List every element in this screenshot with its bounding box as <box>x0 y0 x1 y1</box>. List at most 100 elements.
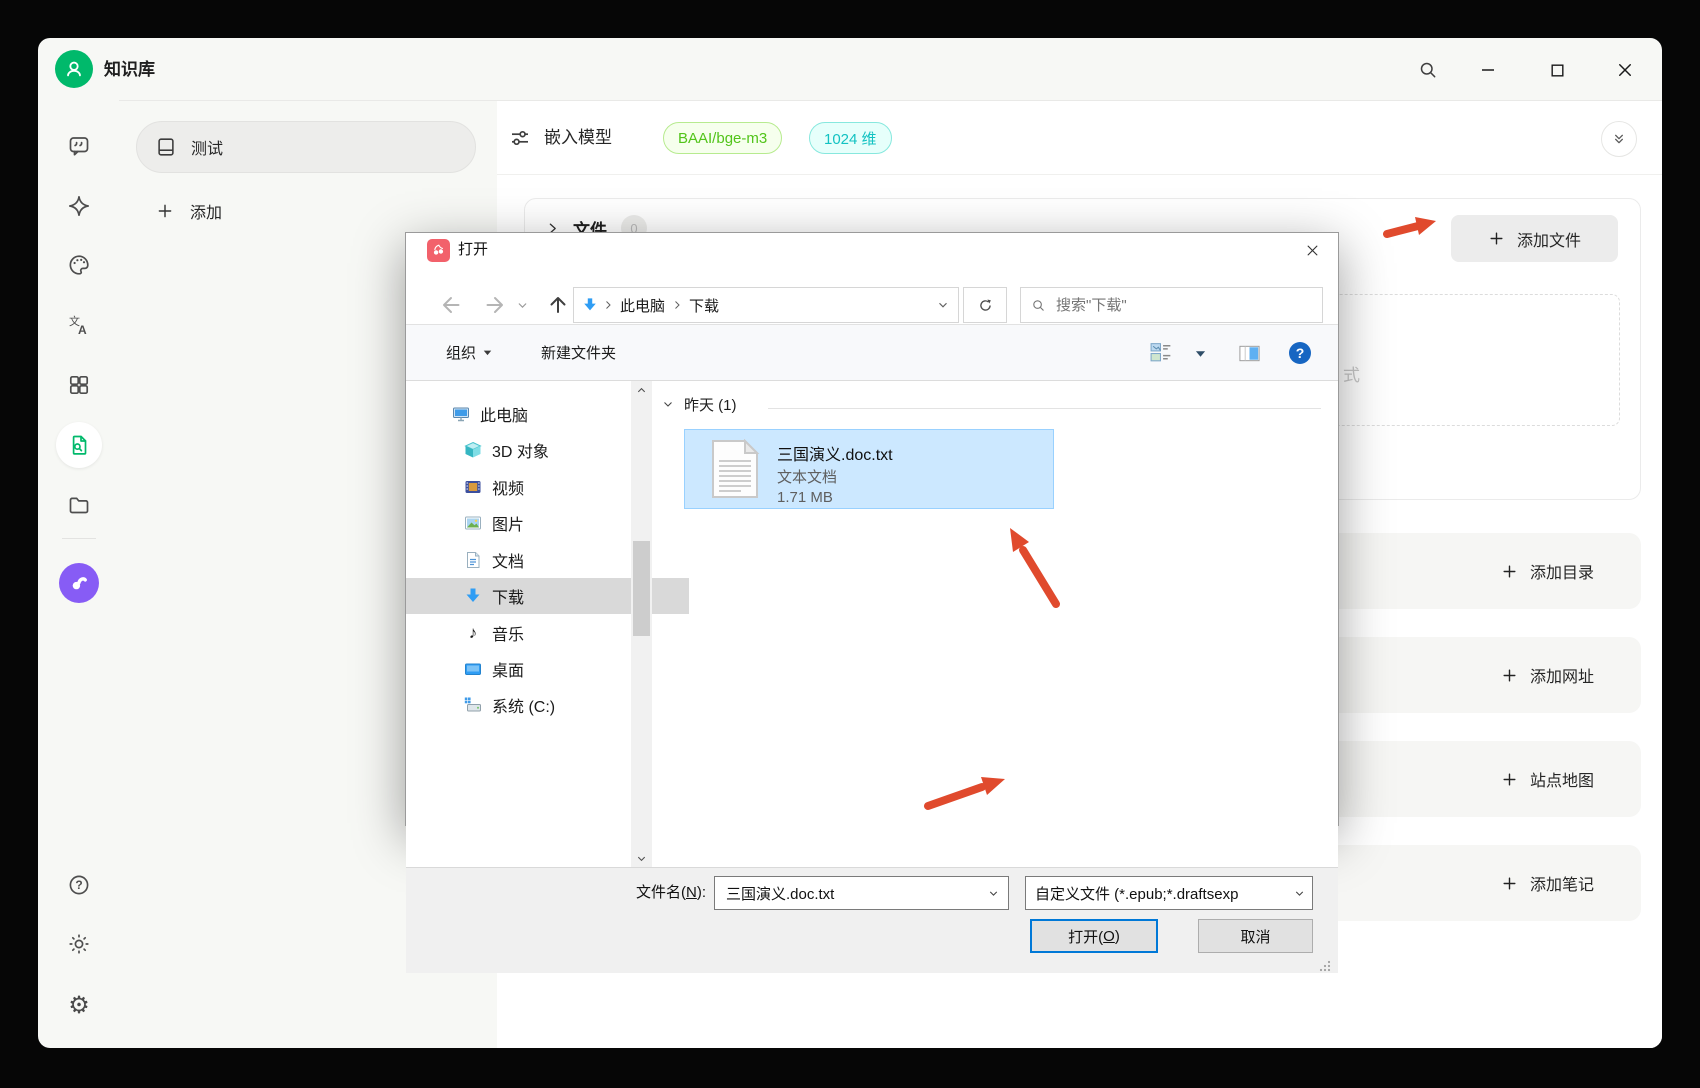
add-url-button[interactable]: 添加网址 <box>1501 663 1594 687</box>
preview-pane-button[interactable] <box>1238 342 1261 365</box>
add-url-label: 添加网址 <box>1529 669 1594 686</box>
picture-icon <box>464 514 482 532</box>
user-icon <box>63 58 85 80</box>
maximize-icon <box>1549 62 1566 79</box>
knowledge-base-label: 测试 <box>191 141 224 158</box>
file-size: 1.71 MB <box>777 489 833 506</box>
breadcrumb-downloads[interactable]: 下载 <box>687 295 721 316</box>
breadcrumb-this-pc[interactable]: 此电脑 <box>618 295 667 316</box>
computer-icon <box>452 405 470 423</box>
cube-3d-icon <box>464 441 482 459</box>
scrollbar-thumb[interactable] <box>633 541 650 636</box>
open-file-dialog: 打开 此电脑 下载 组织 <box>405 232 1339 973</box>
plus-icon <box>1501 563 1518 580</box>
nav-back-button[interactable] <box>439 293 463 317</box>
sidebar-item-pinned-miniapp[interactable] <box>59 563 99 603</box>
cancel-button[interactable]: 取消 <box>1198 919 1313 953</box>
dialog-search-input[interactable] <box>1054 295 1298 315</box>
sidebar-item-miniapps[interactable] <box>67 373 91 397</box>
add-sitemap-label: 站点地图 <box>1529 773 1594 790</box>
combo-chevron-icon[interactable] <box>1293 887 1306 900</box>
embedding-model-label: 嵌入模型 <box>544 128 612 147</box>
open-button[interactable]: 打开(O) <box>1030 919 1158 953</box>
palette-icon <box>67 253 91 277</box>
combo-chevron-icon[interactable] <box>987 887 1000 900</box>
cherry-app-icon <box>427 239 450 262</box>
svg-text:A: A <box>78 323 87 337</box>
minimize-button[interactable] <box>1471 53 1505 87</box>
group-header-yesterday[interactable]: 昨天 (1) <box>662 391 737 417</box>
settings-button[interactable]: ⚙ <box>67 992 91 1019</box>
filename-label: 文件名(N): <box>635 884 706 901</box>
dialog-close-button[interactable] <box>1296 235 1328 265</box>
sidebar-item-chat[interactable] <box>67 134 91 158</box>
filename-input[interactable] <box>724 883 973 903</box>
double-chevron-down-icon <box>1611 131 1627 147</box>
nav-forward-button[interactable] <box>483 293 507 317</box>
address-dropdown-chevron[interactable] <box>936 298 950 312</box>
new-folder-label: 新建文件夹 <box>541 345 617 362</box>
sparkles-icon <box>67 194 91 218</box>
file-type: 文本文档 <box>777 469 838 486</box>
dialog-footer: 文件名(N): 自定义文件 (*.epub;*.draftsexp 打开(O) … <box>406 867 1338 973</box>
add-knowledge-base-button[interactable]: 添加 <box>136 188 476 234</box>
scroll-down-button[interactable] <box>631 849 652 867</box>
file-type-dropdown[interactable]: 自定义文件 (*.epub;*.draftsexp <box>1025 876 1313 910</box>
dialog-body: 此电脑 3D 对象 视频 图片 文档 下载 ♪ 音乐 桌面 系统 (C:) 昨天… <box>406 381 1338 867</box>
view-mode-dropdown[interactable] <box>1195 348 1206 359</box>
plus-icon <box>1488 230 1505 247</box>
address-bar[interactable]: 此电脑 下载 <box>573 287 959 323</box>
add-note-button[interactable]: 添加笔记 <box>1501 845 1594 921</box>
video-icon <box>464 478 482 496</box>
dimension-badge: 1024 维 <box>809 122 892 154</box>
miniapp-icon <box>67 571 91 595</box>
app-window: 知识库 文A ? ⚙ 测试 添加 嵌入模型 BAAI/bge-m3 1024 维… <box>38 38 1662 1048</box>
plus-icon <box>1501 667 1518 684</box>
sidebar-item-paintings[interactable] <box>67 253 91 277</box>
filename-combobox[interactable] <box>714 876 1009 910</box>
model-badge: BAAI/bge-m3 <box>663 122 783 154</box>
help-button[interactable]: ? <box>67 873 91 897</box>
icon-rail: 文A ? ⚙ <box>38 101 119 1048</box>
sidebar-item-knowledge-active[interactable] <box>56 422 102 468</box>
nav-up-button[interactable] <box>546 293 570 317</box>
view-mode-button[interactable] <box>1149 340 1174 365</box>
translate-icon: 文A <box>67 313 91 337</box>
help-icon: ? <box>67 873 91 897</box>
add-files-label: 添加文件 <box>1516 232 1581 250</box>
book-icon <box>155 136 177 158</box>
organize-menu-button[interactable]: 组织 <box>446 325 492 380</box>
maximize-button[interactable] <box>1540 53 1574 87</box>
refresh-button[interactable] <box>963 287 1007 323</box>
plus-icon <box>1501 771 1518 788</box>
group-header-label: 昨天 (1) <box>684 396 737 414</box>
chat-icon <box>67 134 91 158</box>
add-files-button[interactable]: 添加文件 <box>1451 215 1618 262</box>
nav-history-chevron[interactable] <box>516 299 529 312</box>
tree-scrollbar[interactable] <box>631 381 652 867</box>
caret-down-icon <box>483 348 492 357</box>
knowledge-base-item[interactable]: 测试 <box>136 121 476 173</box>
dialog-search-box[interactable] <box>1020 287 1323 323</box>
resize-grip[interactable] <box>1319 960 1331 972</box>
avatar[interactable] <box>55 50 93 88</box>
collapse-all-button[interactable] <box>1601 121 1637 157</box>
add-directory-button[interactable]: 添加目录 <box>1501 559 1594 583</box>
view-mode-icon <box>1149 340 1174 365</box>
scroll-up-button[interactable] <box>631 381 652 399</box>
sidebar-item-files[interactable] <box>67 493 91 517</box>
new-folder-button[interactable]: 新建文件夹 <box>541 325 616 380</box>
organize-label: 组织 <box>446 345 477 362</box>
folder-icon <box>67 493 91 517</box>
search-icon <box>1031 298 1046 313</box>
theme-toggle[interactable] <box>67 932 91 956</box>
file-item-selected[interactable]: 三国演义.doc.txt 文本文档 1.71 MB <box>684 429 1054 509</box>
breadcrumb-chevron-icon <box>671 299 683 311</box>
close-button[interactable] <box>1608 53 1642 87</box>
sidebar-item-assistant[interactable] <box>67 194 91 218</box>
add-sitemap-button[interactable]: 站点地图 <box>1501 767 1594 791</box>
search-button[interactable] <box>1411 53 1445 87</box>
sidebar-item-translate[interactable]: 文A <box>67 313 91 337</box>
breadcrumb-chevron-icon <box>602 299 614 311</box>
help-button[interactable]: ? <box>1289 342 1311 364</box>
